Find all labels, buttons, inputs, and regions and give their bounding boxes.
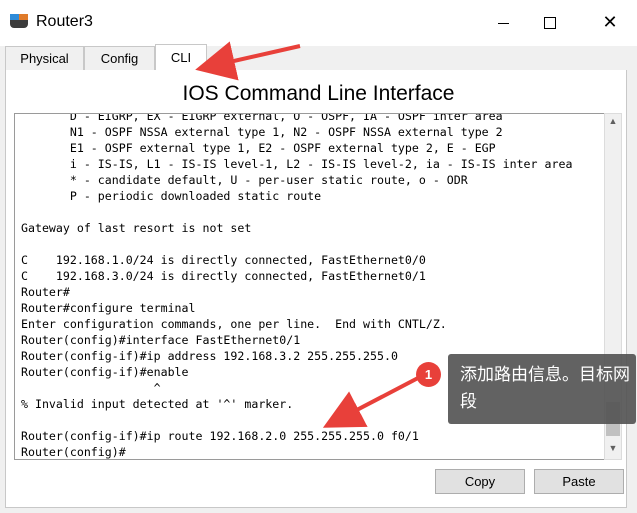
minimize-button[interactable] — [480, 8, 526, 38]
annotation-callout: 添加路由信息。目标网段 — [448, 354, 636, 424]
annotation-text: 添加路由信息。目标网段 — [460, 365, 630, 412]
scroll-down-arrow-icon[interactable]: ▼ — [605, 443, 621, 457]
copy-button[interactable]: Copy — [435, 469, 525, 494]
minimize-icon — [497, 22, 509, 24]
tab-config[interactable]: Config — [84, 46, 155, 70]
cli-heading: IOS Command Line Interface — [182, 82, 455, 105]
close-icon: ✕ — [602, 12, 618, 33]
scroll-up-arrow-icon[interactable]: ▲ — [605, 116, 621, 130]
paste-button[interactable]: Paste — [534, 469, 624, 494]
maximize-button[interactable] — [527, 8, 573, 38]
title-bar: Router3 ✕ — [0, 0, 637, 46]
tab-physical[interactable]: Physical — [5, 46, 84, 70]
annotation-badge: 1 — [416, 362, 441, 387]
tab-cli[interactable]: CLI — [155, 44, 207, 70]
packet-tracer-app-icon — [10, 14, 28, 28]
close-button[interactable]: ✕ — [587, 8, 633, 38]
tab-strip: Physical Config CLI — [0, 44, 637, 70]
maximize-icon — [544, 17, 556, 29]
window-title: Router3 — [36, 13, 93, 30]
